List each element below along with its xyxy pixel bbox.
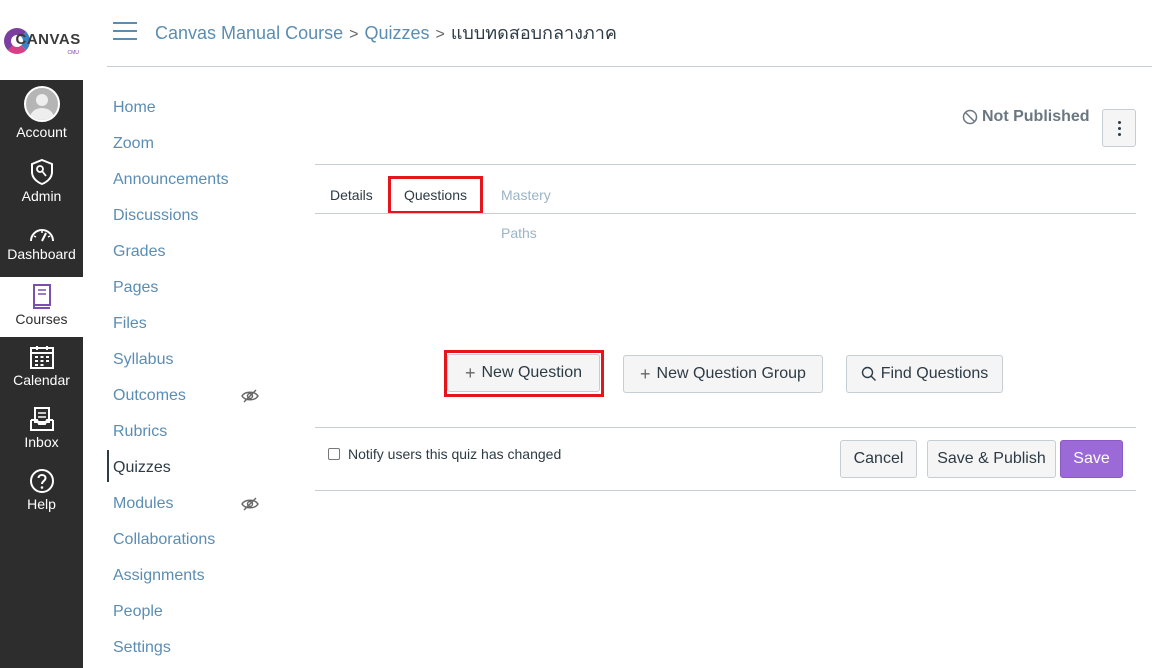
notify-users-checkbox[interactable] <box>328 448 340 460</box>
save-button[interactable]: Save <box>1060 440 1123 478</box>
breadcrumb-separator: > <box>435 26 445 43</box>
logo-text: CANVAS <box>15 31 81 48</box>
breadcrumb: Canvas Manual Course > Quizzes > แบบทดสอบกลา… <box>155 18 617 47</box>
admin-shield-icon <box>30 158 53 186</box>
find-questions-label: Find Questions <box>880 365 989 382</box>
help-icon <box>29 469 54 493</box>
course-menu-toggle-icon[interactable] <box>113 22 137 42</box>
page-header: Canvas Manual Course > Quizzes > แบบทดสอบกลา… <box>107 0 1152 67</box>
global-nav-label: Inbox <box>24 434 59 450</box>
divider <box>315 490 1136 491</box>
eye-slash-icon <box>241 497 259 511</box>
course-nav-zoom[interactable]: Zoom <box>107 126 277 158</box>
global-nav-label: Courses <box>15 311 68 327</box>
avatar-icon <box>23 86 60 122</box>
logo-area[interactable]: CANVAS CMU <box>0 0 83 80</box>
unpublished-icon <box>962 109 978 125</box>
new-question-group-button[interactable]: + New Question Group <box>623 355 823 393</box>
tab-details[interactable]: Details <box>330 176 373 214</box>
course-nav-modules[interactable]: Modules <box>113 495 173 512</box>
global-nav: Account Admin Dashboard Courses Calendar… <box>0 80 83 668</box>
tab-questions[interactable]: Questions <box>388 176 483 214</box>
breadcrumb-separator: > <box>349 26 359 43</box>
global-nav-admin[interactable]: Admin <box>0 158 83 208</box>
course-nav-files[interactable]: Files <box>107 306 277 338</box>
new-question-label: New Question <box>481 364 583 381</box>
divider <box>315 164 1136 165</box>
logo-subtext: CMU <box>67 50 79 56</box>
kebab-dot-icon <box>1117 132 1121 136</box>
course-nav-rubrics[interactable]: Rubrics <box>107 414 277 446</box>
divider <box>315 427 1136 428</box>
notify-users-option[interactable]: Notify users this quiz has changed <box>328 446 561 462</box>
search-icon <box>861 366 876 381</box>
global-nav-label: Admin <box>21 188 62 204</box>
global-nav-label: Calendar <box>13 372 70 388</box>
kebab-dot-icon <box>1117 126 1121 130</box>
course-nav-discussions[interactable]: Discussions <box>107 198 277 230</box>
course-nav-outcomes-row[interactable]: Outcomes <box>107 378 277 410</box>
save-and-publish-button[interactable]: Save & Publish <box>927 440 1056 478</box>
course-nav-modules-row[interactable]: Modules <box>107 486 277 518</box>
new-question-button[interactable]: + New Question <box>447 354 600 392</box>
publish-status-label: Not Published <box>982 108 1090 125</box>
tabs-divider <box>315 213 1136 214</box>
kebab-dot-icon <box>1117 120 1121 124</box>
global-nav-label: Dashboard <box>7 246 76 262</box>
global-nav-label: Help <box>27 496 56 512</box>
course-nav-assignments[interactable]: Assignments <box>107 558 277 590</box>
course-nav-outcomes[interactable]: Outcomes <box>113 387 186 404</box>
new-question-group-label: New Question Group <box>656 365 806 382</box>
publish-status[interactable]: Not Published <box>962 108 1090 126</box>
global-nav-label: Account <box>16 124 67 140</box>
global-nav-dashboard[interactable]: Dashboard <box>0 224 83 270</box>
course-nav-syllabus[interactable]: Syllabus <box>107 342 277 374</box>
options-menu-button[interactable] <box>1102 109 1136 147</box>
dashboard-gauge-icon <box>29 229 54 242</box>
breadcrumb-course-link[interactable]: Canvas Manual Course <box>155 23 343 43</box>
cancel-button[interactable]: Cancel <box>840 440 917 478</box>
plus-icon: + <box>640 363 651 384</box>
breadcrumb-quizzes-link[interactable]: Quizzes <box>364 23 429 43</box>
global-nav-calendar[interactable]: Calendar <box>0 344 83 394</box>
app-root: CANVAS CMU Account Admin Dashboard Cours… <box>0 0 1162 668</box>
course-nav-settings[interactable]: Settings <box>107 630 277 662</box>
breadcrumb-current: แบบทดสอบกลางภาค <box>450 23 617 43</box>
eye-slash-icon <box>241 389 259 403</box>
course-nav-announcements[interactable]: Announcements <box>107 162 277 194</box>
calendar-icon <box>29 346 54 369</box>
notify-users-label: Notify users this quiz has changed <box>348 446 562 462</box>
course-nav-pages[interactable]: Pages <box>107 270 277 302</box>
canvas-logo: CANVAS CMU <box>2 20 82 60</box>
inbox-icon <box>29 407 54 431</box>
course-nav-grades[interactable]: Grades <box>107 234 277 266</box>
find-questions-button[interactable]: Find Questions <box>846 355 1003 393</box>
global-nav-courses[interactable]: Courses <box>0 277 83 337</box>
courses-book-icon <box>32 284 51 309</box>
global-nav-account[interactable]: Account <box>0 86 83 146</box>
global-nav-inbox[interactable]: Inbox <box>0 406 83 456</box>
course-nav-quizzes[interactable]: Quizzes <box>107 450 277 482</box>
course-nav-collaborations[interactable]: Collaborations <box>107 522 277 554</box>
plus-icon: + <box>464 362 476 383</box>
global-nav-help[interactable]: Help <box>0 468 83 518</box>
course-nav-people[interactable]: People <box>107 594 277 626</box>
course-nav-home[interactable]: Home <box>107 90 277 122</box>
tab-mastery-paths[interactable]: Mastery Paths <box>501 176 551 241</box>
